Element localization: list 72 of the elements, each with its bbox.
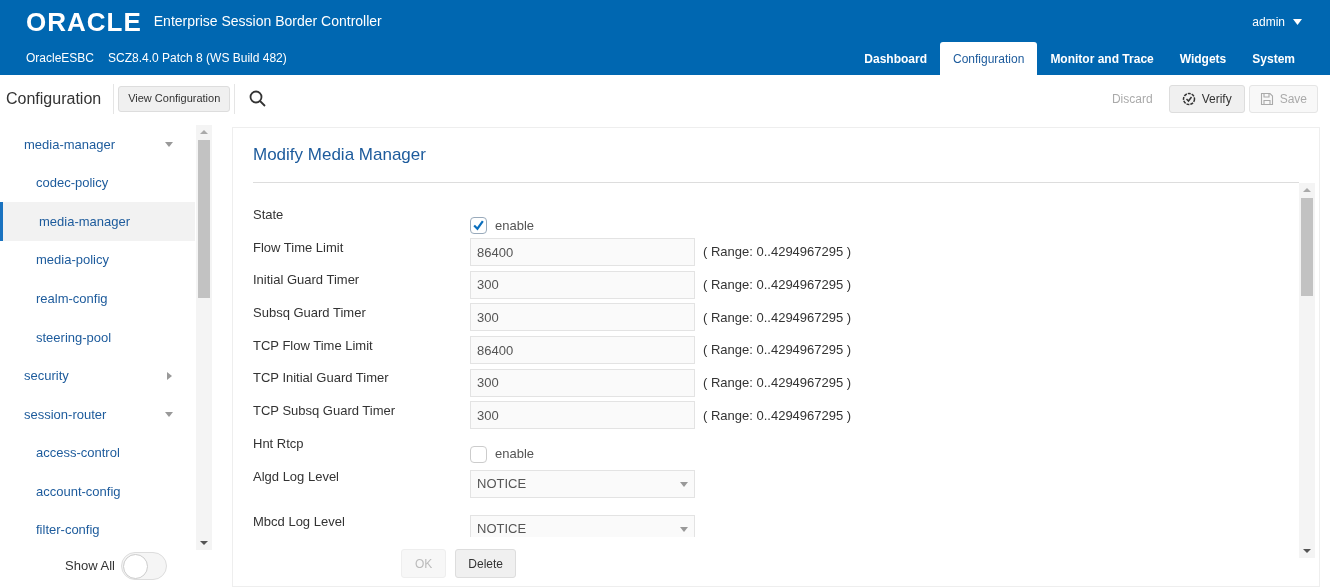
scrollbar[interactable] bbox=[1299, 183, 1315, 558]
range-hint: ( Range: 0..4294967295 ) bbox=[703, 406, 852, 425]
page-title: Configuration bbox=[6, 88, 102, 109]
version-text: SCZ8.4.0 Patch 8 (WS Build 482) bbox=[108, 50, 287, 67]
checkbox[interactable] bbox=[470, 445, 487, 463]
field-label: Algd Log Level bbox=[253, 467, 340, 486]
range-hint: ( Range: 0..4294967295 ) bbox=[703, 374, 852, 393]
caret-icon bbox=[680, 524, 688, 533]
caret-icon bbox=[165, 140, 173, 149]
input-field[interactable]: 300 bbox=[470, 270, 695, 299]
tree-group[interactable]: session-router bbox=[0, 395, 195, 434]
scrollbar-thumb[interactable] bbox=[198, 140, 210, 298]
nav-tab[interactable]: Configuration bbox=[940, 42, 1038, 75]
device-name: OracleESBC bbox=[26, 50, 95, 67]
caret-icon bbox=[1293, 18, 1302, 25]
range-hint: ( Range: 0..4294967295 ) bbox=[703, 341, 852, 360]
delete-button[interactable]: Delete bbox=[455, 549, 517, 578]
range-hint: ( Range: 0..4294967295 ) bbox=[703, 275, 852, 294]
logo: ORACLE bbox=[26, 8, 142, 35]
tree-item[interactable]: media-policy bbox=[0, 240, 195, 280]
show-all-label: Show All bbox=[65, 557, 115, 576]
scroll-down-icon[interactable] bbox=[1303, 547, 1311, 555]
user-menu[interactable]: admin bbox=[1252, 12, 1302, 31]
field-label: TCP Subsq Guard Timer bbox=[253, 402, 397, 421]
input-field[interactable]: 300 bbox=[470, 401, 695, 430]
tree-item[interactable]: steering-pool bbox=[0, 317, 195, 357]
tree-item[interactable]: codec-policy bbox=[0, 163, 195, 203]
tree-item[interactable]: filter-config bbox=[0, 510, 195, 550]
range-hint: ( Range: 0..4294967295 ) bbox=[703, 243, 852, 262]
field-label: Subsq Guard Timer bbox=[253, 304, 367, 323]
field-label: State bbox=[253, 206, 285, 224]
checkbox-label: enable bbox=[495, 445, 535, 464]
verify-button[interactable]: Verify bbox=[1168, 84, 1245, 113]
field-label: TCP Initial Guard Timer bbox=[253, 369, 390, 388]
tree-item[interactable]: media-manager bbox=[0, 202, 195, 241]
nav-tab[interactable]: Widgets bbox=[1166, 42, 1240, 75]
search-icon[interactable] bbox=[249, 90, 267, 107]
field-label: Mbcd Log Level bbox=[253, 512, 346, 531]
input-field[interactable]: 300 bbox=[470, 368, 695, 397]
caret-icon bbox=[165, 410, 173, 419]
scroll-down-icon[interactable] bbox=[200, 539, 208, 547]
nav-tab[interactable]: Dashboard bbox=[851, 42, 940, 75]
input-field[interactable]: 86400 bbox=[470, 336, 695, 365]
tree-group[interactable]: security bbox=[0, 356, 195, 396]
form-title: Modify Media Manager bbox=[253, 144, 426, 167]
field-label: TCP Flow Time Limit bbox=[253, 336, 374, 355]
view-configuration-button[interactable]: View Configuration bbox=[118, 85, 231, 112]
scroll-up-icon[interactable] bbox=[200, 128, 208, 136]
nav-tab[interactable]: System bbox=[1239, 42, 1308, 75]
field-label: Hnt Rtcp bbox=[253, 434, 305, 453]
input-field[interactable]: 86400 bbox=[470, 238, 695, 267]
scrollbar[interactable] bbox=[196, 125, 212, 550]
field-label: Flow Time Limit bbox=[253, 238, 345, 257]
checkbox[interactable] bbox=[470, 216, 487, 234]
nav-tab[interactable]: Monitor and Trace bbox=[1037, 42, 1167, 75]
scroll-up-icon[interactable] bbox=[1303, 186, 1311, 194]
input-field[interactable]: 300 bbox=[470, 303, 695, 332]
tree-item[interactable]: account-config bbox=[0, 472, 195, 511]
dropdown[interactable]: NOTICE bbox=[470, 469, 695, 498]
tree-group[interactable]: media-manager bbox=[0, 125, 195, 164]
tree-item[interactable]: access-control bbox=[0, 433, 195, 473]
caret-icon bbox=[165, 371, 173, 380]
toggle-switch[interactable] bbox=[120, 552, 167, 580]
badge-check-icon bbox=[1181, 91, 1196, 106]
tree-item[interactable]: realm-config bbox=[0, 279, 195, 318]
range-hint: ( Range: 0..4294967295 ) bbox=[703, 308, 852, 327]
checkbox-label: enable bbox=[495, 216, 535, 235]
product-name: Enterprise Session Border Controller bbox=[153, 12, 382, 31]
field-label: Initial Guard Timer bbox=[253, 271, 361, 290]
caret-icon bbox=[680, 479, 688, 488]
dropdown[interactable]: NOTICE bbox=[470, 514, 695, 537]
scrollbar-thumb[interactable] bbox=[1301, 198, 1313, 296]
